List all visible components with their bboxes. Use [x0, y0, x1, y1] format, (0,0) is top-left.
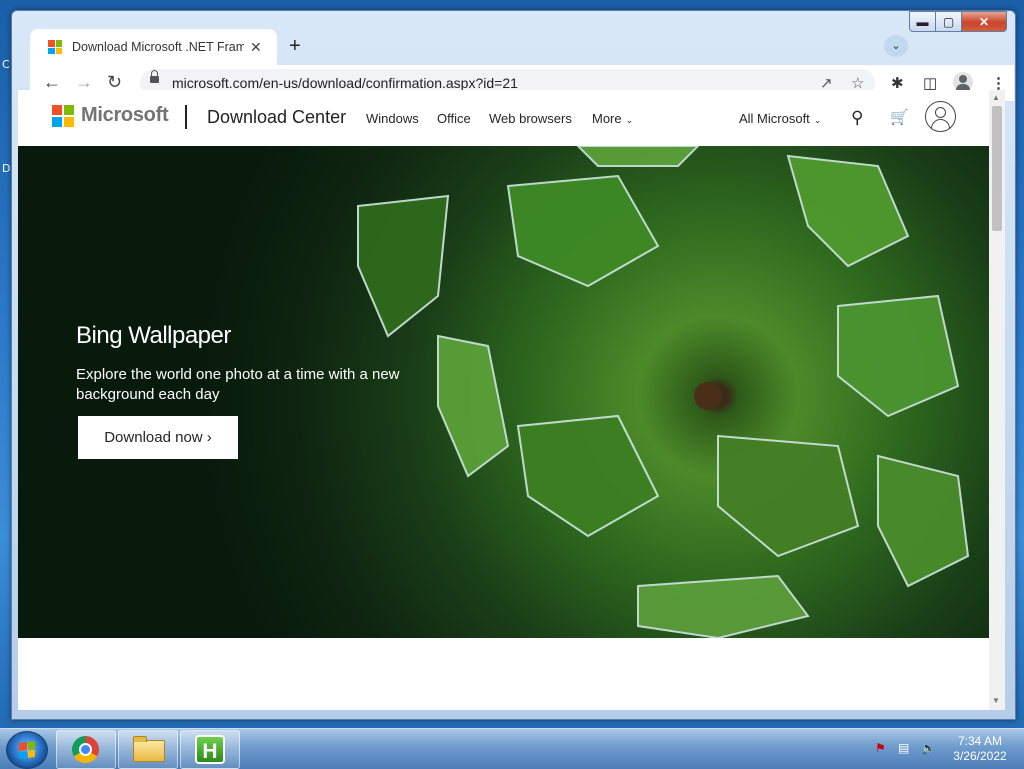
window-controls: ▬ ▢ ✕	[909, 11, 1007, 32]
system-clock[interactable]: 7:34 AM 3/26/2022	[950, 734, 1010, 764]
nav-more[interactable]: More ⌄	[592, 111, 633, 126]
clock-date: 3/26/2022	[953, 749, 1007, 763]
taskbar-explorer-button[interactable]	[118, 730, 178, 769]
volume-muted-icon[interactable]: 🔈	[921, 741, 936, 755]
tab-close-icon[interactable]: ✕	[250, 39, 262, 56]
forward-arrow-icon[interactable]: →	[75, 73, 93, 91]
h-app-icon: H	[195, 735, 225, 764]
windows-logo-icon	[19, 740, 35, 760]
hero-subtitle: Explore the world one photo at a time wi…	[76, 366, 400, 403]
network-icon[interactable]: ▤	[898, 741, 909, 755]
all-microsoft-menu[interactable]: All Microsoft ⌄	[739, 111, 821, 126]
page-viewport: Microsoft Download Center Windows Office…	[18, 90, 989, 710]
nav-office[interactable]: Office	[437, 111, 471, 126]
site-header: Microsoft Download Center Windows Office…	[18, 90, 989, 146]
hero-banner: Bing Wallpaper Explore the world one pho…	[18, 146, 989, 638]
nav-windows[interactable]: Windows	[366, 111, 419, 126]
search-icon[interactable]: ⚲	[851, 108, 863, 128]
lock-icon[interactable]	[150, 70, 159, 83]
chevron-down-icon: ⌄	[625, 115, 634, 125]
scrollbar-thumb[interactable]	[992, 106, 1002, 231]
scroll-up-arrow-icon[interactable]: ▲	[992, 93, 1000, 102]
folder-icon	[133, 736, 165, 762]
hero-title: Bing Wallpaper	[76, 322, 231, 349]
taskbar: H ⚑ ▤ 🔈 7:34 AM 3/26/2022	[0, 728, 1024, 769]
url-text[interactable]: microsoft.com/en-us/download/confirmatio…	[172, 75, 518, 91]
scroll-down-arrow-icon[interactable]: ▼	[992, 696, 1000, 705]
minimize-button[interactable]: ▬	[909, 11, 936, 32]
action-center-flag-icon[interactable]: ⚑	[875, 741, 886, 755]
vertical-scrollbar[interactable]: ▲ ▼	[989, 90, 1005, 710]
microsoft-brand[interactable]: Microsoft	[81, 104, 169, 127]
all-microsoft-label: All Microsoft	[739, 111, 810, 126]
back-arrow-icon[interactable]: ←	[43, 73, 61, 91]
taskbar-h-app-button[interactable]: H	[180, 730, 240, 769]
tab-title: Download Microsoft .NET Frame	[72, 40, 244, 54]
start-button[interactable]	[6, 731, 48, 769]
reload-icon[interactable]: ↻	[107, 73, 122, 91]
taskbar-chrome-button[interactable]	[56, 730, 116, 769]
desktop-fragment: D	[2, 162, 11, 175]
cart-icon[interactable]: 🛒	[890, 108, 909, 126]
close-button[interactable]: ✕	[962, 11, 1007, 32]
clock-time: 7:34 AM	[957, 734, 1003, 748]
maximize-button[interactable]: ▢	[936, 11, 962, 32]
avatar-icon[interactable]	[925, 101, 956, 132]
browser-tab[interactable]: Download Microsoft .NET Frame ✕	[30, 29, 277, 65]
header-divider	[185, 105, 187, 129]
chevron-down-icon: ⌄	[813, 115, 822, 125]
microsoft-favicon-icon	[48, 40, 62, 54]
tab-search-icon[interactable]: ⌄	[884, 35, 908, 57]
nav-more-label: More	[592, 111, 622, 126]
profile-icon[interactable]	[953, 72, 973, 92]
nav-web-browsers[interactable]: Web browsers	[489, 111, 572, 126]
download-now-button[interactable]: Download now ›	[78, 416, 238, 459]
new-tab-button[interactable]: +	[289, 36, 301, 56]
desktop-fragment: C	[2, 58, 10, 71]
microsoft-logo-icon[interactable]	[52, 105, 74, 127]
chrome-icon	[72, 736, 99, 763]
download-center-title[interactable]: Download Center	[207, 107, 346, 128]
